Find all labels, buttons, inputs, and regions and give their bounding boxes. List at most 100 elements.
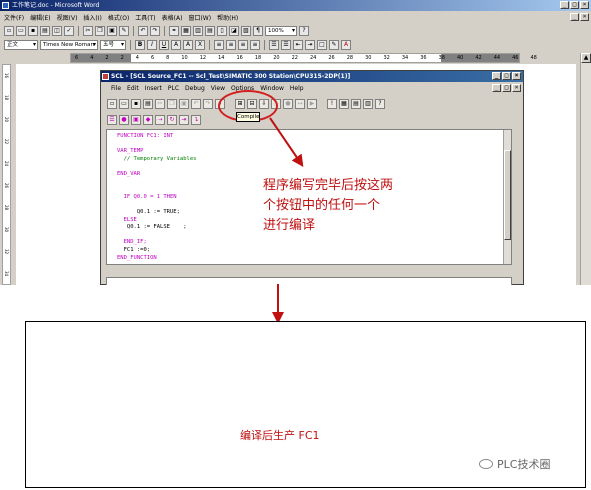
insert-point-icon[interactable]: ● bbox=[119, 114, 129, 125]
paste-icon[interactable]: ▣ bbox=[179, 98, 189, 109]
char-border-icon[interactable]: A bbox=[171, 39, 181, 50]
cut-icon[interactable]: ✂ bbox=[83, 25, 93, 36]
italic-button[interactable]: I bbox=[147, 39, 157, 50]
doc-close-button[interactable]: × bbox=[580, 13, 589, 21]
increase-indent-icon[interactable]: ⇥ bbox=[305, 39, 315, 50]
cut-icon[interactable]: ✂ bbox=[155, 98, 165, 109]
help-icon[interactable]: ? bbox=[299, 25, 309, 36]
save-icon[interactable]: ▪ bbox=[131, 98, 141, 109]
align-center-icon[interactable]: ≡ bbox=[226, 39, 236, 50]
insert-table-icon[interactable]: ▥ bbox=[193, 25, 203, 36]
print-icon[interactable]: ▤ bbox=[143, 98, 153, 109]
tables-icon[interactable]: ▦ bbox=[181, 25, 191, 36]
scl-maximize-button[interactable]: □ bbox=[502, 72, 511, 80]
scl-close-button[interactable]: × bbox=[512, 72, 521, 80]
columns-icon[interactable]: ▯ bbox=[217, 25, 227, 36]
undo-icon[interactable]: ↶ bbox=[191, 98, 201, 109]
justify-icon[interactable]: ≡ bbox=[250, 39, 260, 50]
border-icon[interactable]: □ bbox=[317, 39, 327, 50]
arrange-icon[interactable]: ▥ bbox=[363, 98, 373, 109]
redo-icon[interactable]: ↷ bbox=[203, 98, 213, 109]
insert-excel-icon[interactable]: ▤ bbox=[205, 25, 215, 36]
word-menu-item[interactable]: 格式(O) bbox=[108, 13, 129, 22]
editor-scroll-thumb[interactable] bbox=[504, 150, 511, 240]
word-menu-item[interactable]: 视图(V) bbox=[57, 13, 78, 22]
exclaim-icon[interactable]: ! bbox=[327, 98, 337, 109]
hyperlink-icon[interactable]: ⚭ bbox=[169, 25, 179, 36]
vertical-scrollbar[interactable]: ▲ bbox=[580, 53, 591, 285]
breakpoint-icon[interactable]: ● bbox=[283, 98, 293, 109]
scl-menu-item[interactable]: File bbox=[111, 85, 121, 92]
insert-loop-icon[interactable]: ↻ bbox=[167, 114, 177, 125]
redo-icon[interactable]: ↷ bbox=[150, 25, 160, 36]
insert-exit-icon[interactable]: ⇥ bbox=[179, 114, 189, 125]
new-icon[interactable]: ▫ bbox=[4, 25, 14, 36]
scl-doc-restore-button[interactable]: □ bbox=[502, 84, 511, 92]
drawing-icon[interactable]: ◪ bbox=[229, 25, 239, 36]
copy-icon[interactable]: ❐ bbox=[167, 98, 177, 109]
insert-block-icon[interactable]: ▣ bbox=[131, 114, 141, 125]
format-painter-icon[interactable]: ✎ bbox=[119, 25, 129, 36]
char-scale-icon[interactable]: X bbox=[195, 39, 205, 50]
go-icon[interactable]: ▶ bbox=[307, 98, 317, 109]
document-map-icon[interactable]: ▧ bbox=[241, 25, 251, 36]
scl-menu-item[interactable]: Window bbox=[260, 85, 284, 92]
tile-icon[interactable]: ▦ bbox=[339, 98, 349, 109]
minimize-button[interactable]: _ bbox=[560, 1, 569, 9]
save-icon[interactable]: ▪ bbox=[28, 25, 38, 36]
word-menu-item[interactable]: 工具(T) bbox=[135, 13, 155, 22]
insert-list-icon[interactable]: ☰ bbox=[107, 114, 117, 125]
align-right-icon[interactable]: ≡ bbox=[238, 39, 248, 50]
word-menu-item[interactable]: 文件(F) bbox=[4, 13, 24, 22]
word-menu-item[interactable]: 插入(I) bbox=[83, 13, 101, 22]
scl-minimize-button[interactable]: _ bbox=[492, 72, 501, 80]
preview-icon[interactable]: ◫ bbox=[52, 25, 62, 36]
cascade-icon[interactable]: ▤ bbox=[351, 98, 361, 109]
step-icon[interactable]: ↦ bbox=[295, 98, 305, 109]
scl-menu-item[interactable]: Insert bbox=[145, 85, 162, 92]
scl-menu-item[interactable]: Debug bbox=[185, 85, 205, 92]
print-icon[interactable]: ▤ bbox=[40, 25, 50, 36]
scroll-up-icon[interactable]: ▲ bbox=[581, 53, 591, 63]
scl-doc-close-button[interactable]: × bbox=[512, 84, 521, 92]
zoom-combo[interactable]: 100% bbox=[265, 25, 297, 36]
copy-icon[interactable]: ❐ bbox=[95, 25, 105, 36]
insert-goto-icon[interactable]: ↴ bbox=[191, 114, 201, 125]
scl-menu-item[interactable]: Help bbox=[290, 85, 304, 92]
style-combo[interactable]: 正文 bbox=[4, 39, 38, 50]
new-icon[interactable]: ▫ bbox=[107, 98, 117, 109]
word-menu-item[interactable]: 窗口(W) bbox=[188, 13, 211, 22]
word-menu-item[interactable]: 编辑(E) bbox=[30, 13, 50, 22]
char-shading-icon[interactable]: A bbox=[183, 39, 193, 50]
vruler-number: 30 bbox=[4, 227, 9, 233]
decrease-indent-icon[interactable]: ⇤ bbox=[293, 39, 303, 50]
font-combo[interactable]: Times New Roman bbox=[40, 39, 98, 50]
editor-scrollbar[interactable] bbox=[503, 130, 511, 264]
scl-menu-item[interactable]: PLC bbox=[168, 85, 179, 92]
maximize-button[interactable]: □ bbox=[570, 1, 579, 9]
spelling-icon[interactable]: ✓ bbox=[64, 25, 74, 36]
close-button[interactable]: × bbox=[580, 1, 589, 9]
word-menu-item[interactable]: 帮助(H) bbox=[217, 13, 238, 22]
highlight-icon[interactable]: ✎ bbox=[329, 39, 339, 50]
bullets-icon[interactable]: ☰ bbox=[281, 39, 291, 50]
undo-icon[interactable]: ↶ bbox=[138, 25, 148, 36]
underline-button[interactable]: U bbox=[159, 39, 169, 50]
open-icon[interactable]: ▭ bbox=[16, 25, 26, 36]
numbering-icon[interactable]: ☰ bbox=[269, 39, 279, 50]
scl-menu-item[interactable]: Edit bbox=[127, 85, 139, 92]
font-size-combo[interactable]: 五号 bbox=[100, 39, 126, 50]
font-color-icon[interactable]: A bbox=[341, 39, 351, 50]
word-menu-item[interactable]: 表格(A) bbox=[162, 13, 183, 22]
context-help-icon[interactable]: ? bbox=[375, 98, 385, 109]
doc-minimize-button[interactable]: _ bbox=[570, 13, 579, 21]
show-hide-icon[interactable]: ¶ bbox=[253, 25, 263, 36]
align-left-icon[interactable]: ≡ bbox=[214, 39, 224, 50]
insert-if-icon[interactable]: ⇢ bbox=[155, 114, 165, 125]
insert-call-icon[interactable]: ◆ bbox=[143, 114, 153, 125]
paste-icon[interactable]: ▣ bbox=[107, 25, 117, 36]
scl-doc-minimize-button[interactable]: _ bbox=[492, 84, 501, 92]
bold-button[interactable]: B bbox=[135, 39, 145, 50]
scl-menu-item[interactable]: View bbox=[211, 85, 225, 92]
open-icon[interactable]: ▭ bbox=[119, 98, 129, 109]
